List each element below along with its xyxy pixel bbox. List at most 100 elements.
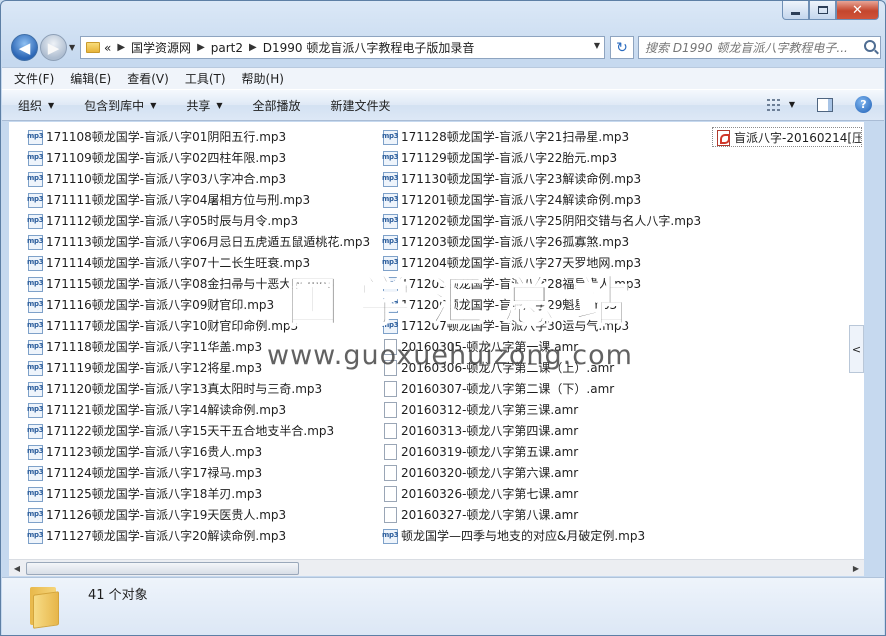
- breadcrumb-separator-icon[interactable]: ▶: [197, 42, 205, 53]
- file-item[interactable]: 171130顿龙国学-盲派八字23解读命例.mp3: [382, 168, 701, 189]
- mp3-file-icon: [382, 298, 398, 313]
- back-button[interactable]: ◀: [11, 34, 38, 61]
- refresh-button[interactable]: ↻: [610, 36, 634, 59]
- menu-edit[interactable]: 编辑(E): [70, 70, 111, 87]
- file-item[interactable]: 171108顿龙国学-盲派八字01阴阳五行.mp3: [27, 126, 370, 147]
- mp3-file-icon: [27, 361, 43, 376]
- minimize-button[interactable]: [782, 1, 809, 20]
- file-item[interactable]: 171111顿龙国学-盲派八字04屠相方位与刑.mp3: [27, 189, 370, 210]
- file-item[interactable]: 171112顿龙国学-盲派八字05时辰与月令.mp3: [27, 210, 370, 231]
- help-icon[interactable]: ?: [855, 96, 872, 113]
- file-name: 171118顿龙国学-盲派八字11华盖.mp3: [46, 340, 263, 354]
- play-all-button[interactable]: 全部播放: [253, 97, 301, 114]
- scroll-left-icon[interactable]: ◀: [10, 562, 24, 575]
- file-item[interactable]: 171114顿龙国学-盲派八字07十二长生旺衰.mp3: [27, 252, 370, 273]
- file-item[interactable]: 20160307-顿龙八字第二课（下）.amr: [382, 378, 701, 399]
- mp3-file-icon: [27, 487, 43, 502]
- mp3-file-icon: [27, 382, 43, 397]
- address-bar[interactable]: « ▶ 国学资源网 ▶ part2 ▶ D1990 顿龙盲派八字教程电子版加录音…: [80, 36, 605, 59]
- file-item[interactable]: 171121顿龙国学-盲派八字14解读命例.mp3: [27, 399, 370, 420]
- include-in-library-button[interactable]: 包含到库中 ▼: [84, 97, 156, 114]
- scroll-right-icon[interactable]: ▶: [849, 562, 863, 575]
- breadcrumb-separator-icon[interactable]: ▶: [249, 42, 257, 53]
- file-item[interactable]: 171127顿龙国学-盲派八字20解读命例.mp3: [27, 525, 370, 546]
- menu-help[interactable]: 帮助(H): [242, 70, 284, 87]
- file-name: 171205顿龙国学-盲派八字28福星贵人.mp3: [401, 277, 642, 291]
- search-box[interactable]: [638, 36, 881, 59]
- file-item[interactable]: 20160312-顿龙八字第三课.amr: [382, 399, 701, 420]
- expand-pane-icon[interactable]: <: [849, 325, 864, 373]
- file-item[interactable]: 171120顿龙国学-盲派八字13真太阳时与三奇.mp3: [27, 378, 370, 399]
- mp3-file-icon: [382, 151, 398, 166]
- chevron-down-icon: ▼: [788, 100, 795, 109]
- file-item[interactable]: 171109顿龙国学-盲派八字02四柱年限.mp3: [27, 147, 370, 168]
- file-item[interactable]: 171203顿龙国学-盲派八字26孤寡煞.mp3: [382, 231, 701, 252]
- file-item[interactable]: 171205顿龙国学-盲派八字28福星贵人.mp3: [382, 273, 701, 294]
- breadcrumb-item[interactable]: D1990 顿龙盲派八字教程电子版加录音: [263, 39, 475, 56]
- file-list-view[interactable]: 171108顿龙国学-盲派八字01阴阳五行.mp3 171109顿龙国学-盲派八字…: [9, 122, 864, 559]
- menu-view[interactable]: 查看(V): [127, 70, 169, 87]
- menu-file[interactable]: 文件(F): [14, 70, 54, 87]
- forward-button[interactable]: ▶: [40, 34, 67, 61]
- file-name: 171117顿龙国学-盲派八字10财官印命例.mp3: [46, 319, 299, 333]
- file-item[interactable]: 171116顿龙国学-盲派八字09财官印.mp3: [27, 294, 370, 315]
- organize-button[interactable]: 组织 ▼: [18, 97, 54, 114]
- breadcrumb-separator-icon[interactable]: ▶: [117, 42, 125, 53]
- file-item[interactable]: 20160305-顿龙八字第一课.amr: [382, 336, 701, 357]
- breadcrumb-item[interactable]: 国学资源网: [131, 39, 191, 56]
- file-item[interactable]: 171125顿龙国学-盲派八字18羊刃.mp3: [27, 483, 370, 504]
- file-item[interactable]: 171126顿龙国学-盲派八字19天医贵人.mp3: [27, 504, 370, 525]
- mp3-file-icon: [382, 319, 398, 334]
- file-name: 20160306-顿龙八字第二课（上）.amr: [401, 361, 615, 375]
- file-item[interactable]: 171201顿龙国学-盲派八字24解读命例.mp3: [382, 189, 701, 210]
- close-button[interactable]: ✕: [836, 1, 879, 20]
- file-item[interactable]: 171204顿龙国学-盲派八字27天罗地网.mp3: [382, 252, 701, 273]
- file-item[interactable]: 171128顿龙国学-盲派八字21扫帚星.mp3: [382, 126, 701, 147]
- horizontal-scrollbar[interactable]: ◀ ▶: [9, 559, 864, 576]
- search-input[interactable]: [639, 38, 861, 57]
- file-item[interactable]: 171118顿龙国学-盲派八字11华盖.mp3: [27, 336, 370, 357]
- file-item[interactable]: 171122顿龙国学-盲派八字15天干五合地支半合.mp3: [27, 420, 370, 441]
- file-item[interactable]: 顿龙国学—四季与地支的对应&月破定例.mp3: [382, 525, 701, 546]
- preview-pane-icon[interactable]: [817, 97, 833, 112]
- audio-file-icon: [382, 381, 398, 397]
- share-button[interactable]: 共享 ▼: [186, 97, 222, 114]
- file-item[interactable]: 171124顿龙国学-盲派八字17禄马.mp3: [27, 462, 370, 483]
- file-item[interactable]: 20160326-顿龙八字第七课.amr: [382, 483, 701, 504]
- file-item[interactable]: 171202顿龙国学-盲派八字25阴阳交错与名人八字.mp3: [382, 210, 701, 231]
- menu-tools[interactable]: 工具(T): [185, 70, 226, 87]
- mp3-file-icon: [382, 172, 398, 187]
- file-item[interactable]: 20160313-顿龙八字第四课.amr: [382, 420, 701, 441]
- file-item[interactable]: 171123顿龙国学-盲派八字16贵人.mp3: [27, 441, 370, 462]
- breadcrumb-item[interactable]: part2: [211, 41, 243, 55]
- file-name: 171108顿龙国学-盲派八字01阴阳五行.mp3: [46, 130, 287, 144]
- address-dropdown-icon[interactable]: ▼: [594, 41, 600, 50]
- file-item[interactable]: 171129顿龙国学-盲派八字22胎元.mp3: [382, 147, 701, 168]
- scrollbar-thumb[interactable]: [26, 562, 299, 575]
- file-name: 171124顿龙国学-盲派八字17禄马.mp3: [46, 466, 263, 480]
- navigation-bar: ◀ ▶ ▼ « ▶ 国学资源网 ▶ part2 ▶ D1990 顿龙盲派八字教程…: [7, 30, 881, 62]
- file-item[interactable]: 20160320-顿龙八字第六课.amr: [382, 462, 701, 483]
- file-name: 171112顿龙国学-盲派八字05时辰与月令.mp3: [46, 214, 299, 228]
- file-item[interactable]: 171117顿龙国学-盲派八字10财官印命例.mp3: [27, 315, 370, 336]
- change-view-button[interactable]: ▼: [766, 98, 795, 111]
- file-item[interactable]: 盲派八字-20160214[压缩: [712, 127, 862, 147]
- search-icon[interactable]: [864, 40, 876, 52]
- file-item[interactable]: 171207顿龙国学-盲派八字30运与气.mp3: [382, 315, 701, 336]
- file-item[interactable]: 171119顿龙国学-盲派八字12将星.mp3: [27, 357, 370, 378]
- breadcrumb-overflow[interactable]: «: [104, 41, 111, 55]
- audio-file-icon: [382, 423, 398, 439]
- file-item[interactable]: 20160319-顿龙八字第五课.amr: [382, 441, 701, 462]
- file-name: 20160312-顿龙八字第三课.amr: [401, 403, 579, 417]
- file-item[interactable]: 171206顿龙国学-盲派八字29魁星.mp3: [382, 294, 701, 315]
- file-item[interactable]: 171113顿龙国学-盲派八字06月忌日五虎遁五鼠遁桃花.mp3: [27, 231, 370, 252]
- maximize-button[interactable]: [809, 1, 836, 20]
- back-arrow-icon: ◀: [18, 38, 31, 57]
- recent-pages-dropdown[interactable]: ▼: [69, 43, 75, 52]
- file-item[interactable]: 171115顿龙国学-盲派八字08金扫帚与十恶大败.mp3: [27, 273, 370, 294]
- new-folder-button[interactable]: 新建文件夹: [331, 97, 391, 114]
- file-item[interactable]: 20160327-顿龙八字第八课.amr: [382, 504, 701, 525]
- file-item[interactable]: 171110顿龙国学-盲派八字03八字冲合.mp3: [27, 168, 370, 189]
- organize-label: 组织: [18, 98, 43, 113]
- file-item[interactable]: 20160306-顿龙八字第二课（上）.amr: [382, 357, 701, 378]
